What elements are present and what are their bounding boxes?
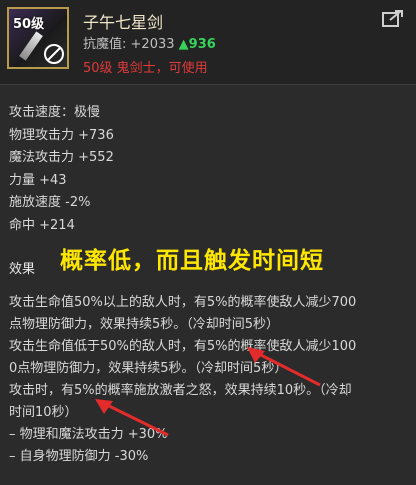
stat-label: 抗魔值: [83,37,127,52]
stat-line: 抗魔值: +2033 ▲936 [83,33,216,52]
effect-line: 攻击生命值低于50%的敌人时，有5%的概率使敌人减少100 [9,339,357,354]
attribute-item: 力量 +43 [9,172,67,188]
requirement-text: 50级 鬼剑士，可使用 [83,61,208,76]
effects-list: 攻击生命值50%以上的敌人时，有5%的概率使敌人减少700 点物理防御力，效果持… [9,292,409,468]
stat-delta: ▲936 [178,37,216,52]
stat-value: +2033 [130,37,175,52]
item-name: 子午七星剑 [83,13,164,32]
effect-line: – 物理和魔法攻击力 +30% [9,427,168,442]
effect-line: 时间10秒） [9,405,78,420]
attribute-item: 物理攻击力 +736 [9,127,114,143]
item-header: 50级 子午七星剑 抗魔值: +2033 ▲936 50级 鬼剑士，可使用 [0,0,416,84]
item-level-badge: 50级 [13,17,45,32]
effect-line: 0点物理防御力，效果持续5秒。（冷却时间5秒） [9,361,288,376]
effect-line: 攻击生命值50%以上的敌人时，有5%的概率使敌人减少700 [9,295,357,310]
annotation-arrow [95,399,169,437]
attribute-item: 命中 +214 [9,217,75,233]
share-icon[interactable] [382,9,404,27]
annotation-arrow [247,347,321,387]
attribute-item: 魔法攻击力 +552 [9,150,114,165]
item-icon: 50级 [7,7,69,69]
effect-line: – 自身物理防御力 -30% [9,449,149,464]
effect-line: 点物理防御力，效果持续5秒。（冷却时间5秒） [9,317,280,332]
sword-icon [19,31,43,61]
effect-line: 攻击时，有5%的概率施放激者之怒，效果持续10秒。（冷却 [9,383,352,398]
effects-title: 效果 [9,262,36,277]
divider [0,84,416,85]
attribute-item: 施放速度 -2% [9,195,91,210]
item-tooltip: 50级 子午七星剑 抗魔值: +2033 ▲936 50级 鬼剑士，可使用 攻击… [0,0,416,485]
attribute-item: 攻击速度：极慢 [9,105,101,120]
unusable-icon [44,44,64,64]
annotation-callout: 概率低，而且触发时间短 [60,248,324,274]
attribute-list: 攻击速度：极慢 物理攻击力 +736 魔法攻击力 +552 力量 +43 施放速… [9,102,114,237]
